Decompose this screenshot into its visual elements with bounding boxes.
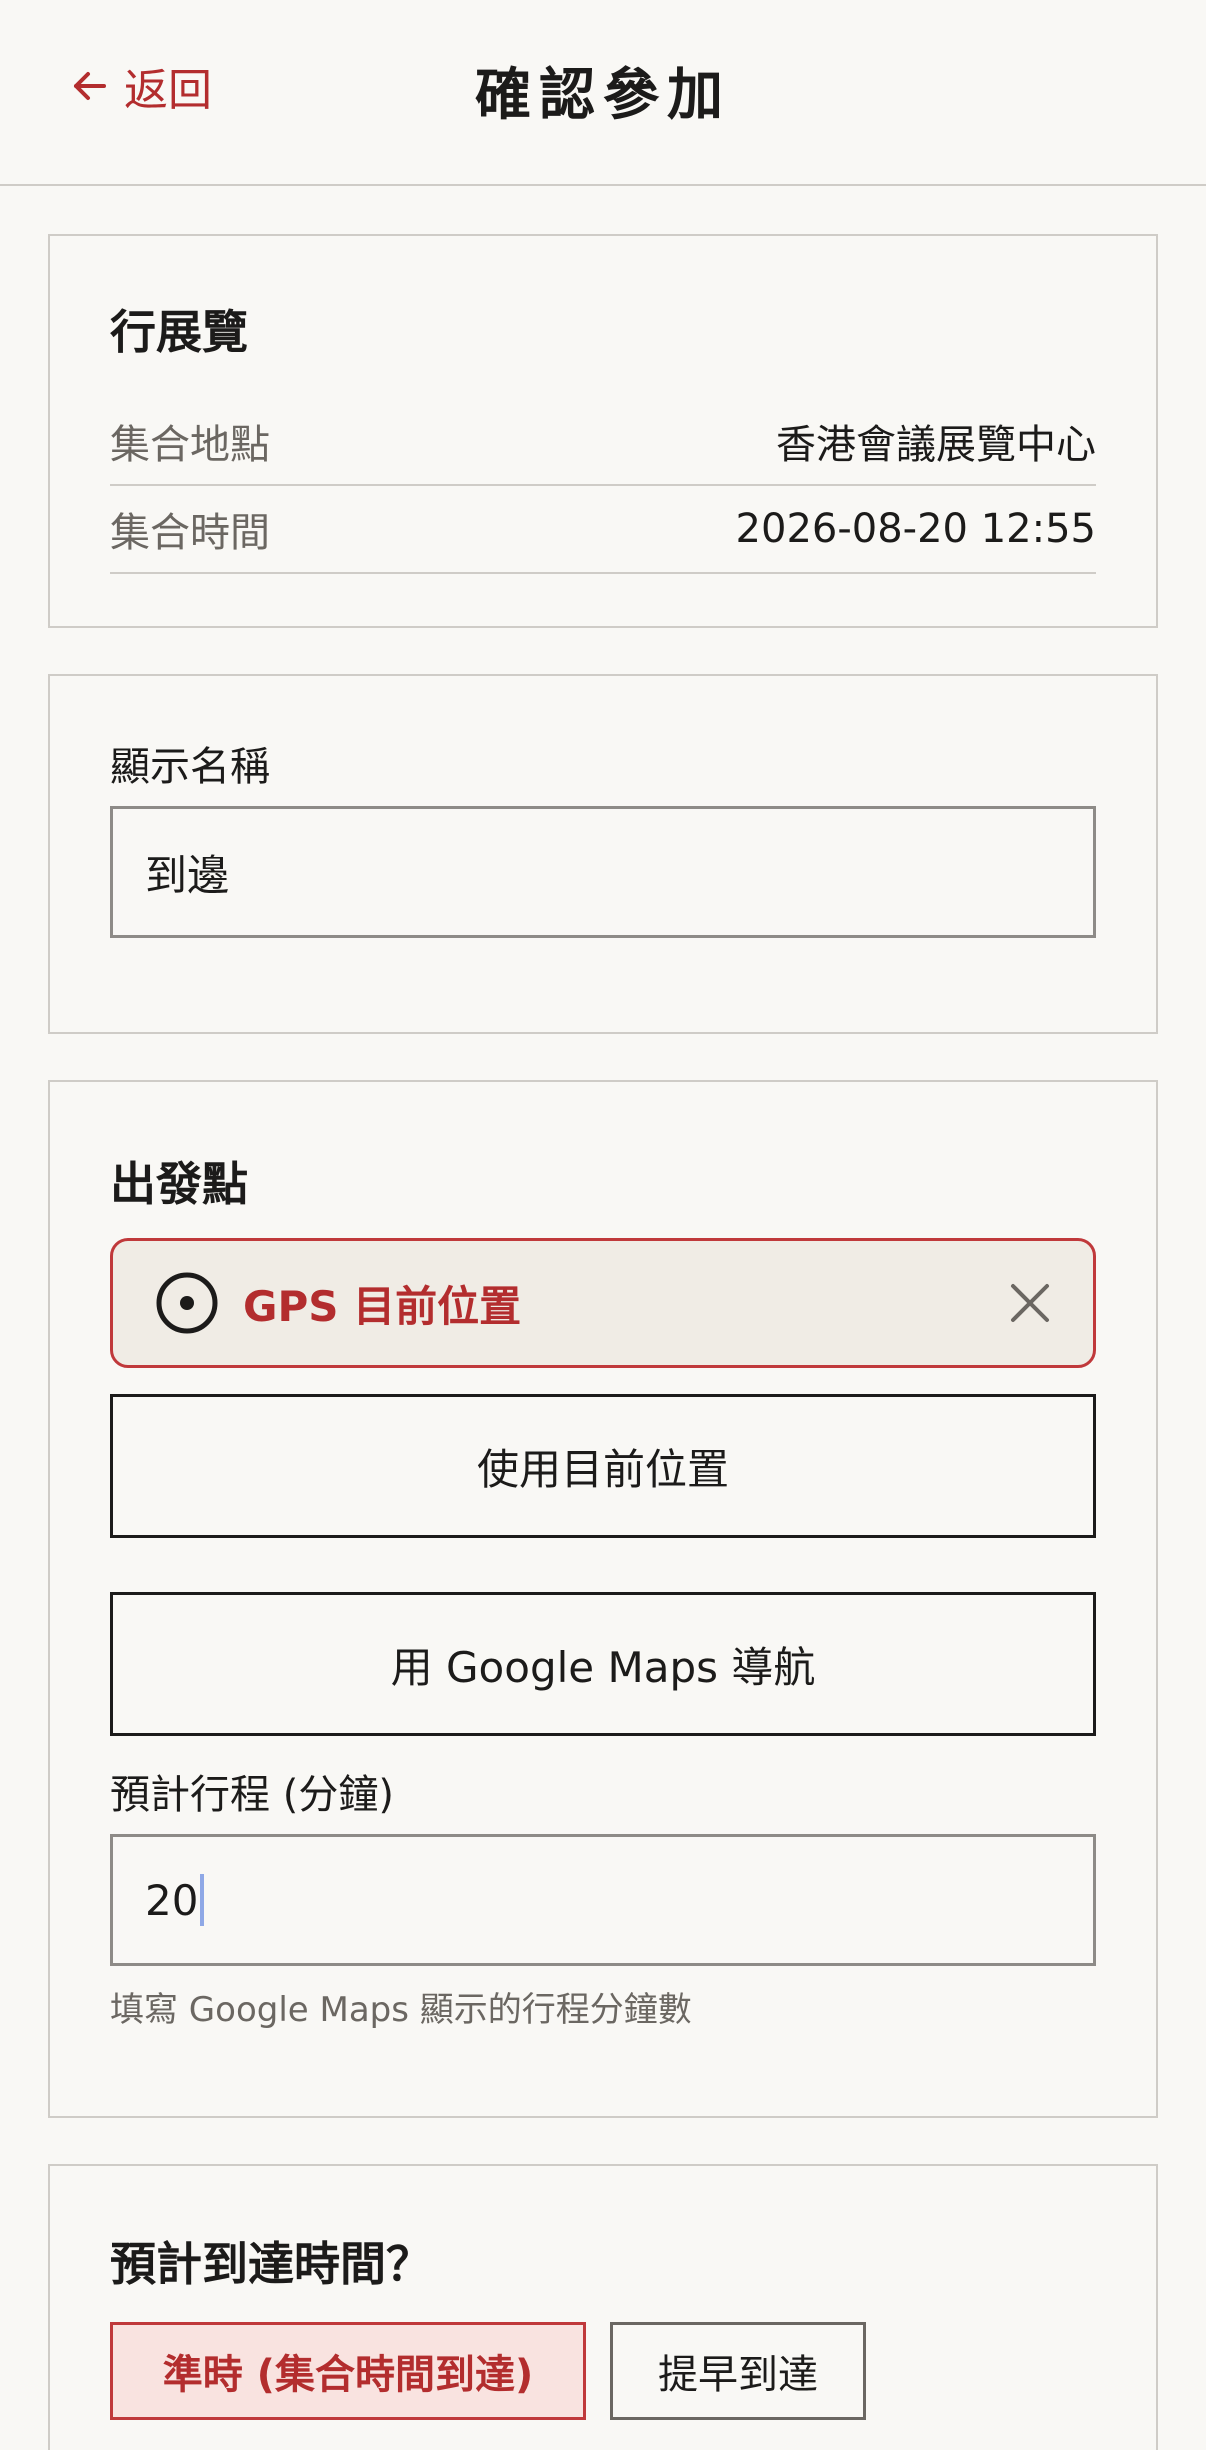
display-name-value: 到邊 [145,850,230,900]
gps-location-label: GPS 目前位置 [243,1281,522,1331]
display-name-input[interactable]: 到邊 [110,806,1096,938]
use-current-location-button[interactable]: 使用目前位置 [110,1394,1096,1538]
departure-card: 出發點 GPS 目前位置 使用目前位置 用 Google Maps 導航 預計行… [48,1080,1158,2118]
arrival-option-on-time[interactable]: 準時 (集合時間到達) [110,2322,586,2420]
meeting-place-value: 香港會議展覽中心 [776,422,1096,468]
arrival-card: 預計到達時間？ 準時 (集合時間到達) 提早到達 [48,2164,1158,2450]
event-title: 行展覽 [110,305,248,359]
meeting-time-row: 集合時間 2026-08-20 12:55 [110,486,1096,574]
display-name-label: 顯示名稱 [110,744,270,790]
top-bar: 返回 確認參加 [0,0,1206,186]
duration-label: 預計行程 (分鐘) [110,1772,394,1818]
meeting-place-row: 集合地點 香港會議展覽中心 [110,398,1096,486]
meeting-place-label: 集合地點 [110,422,270,468]
close-icon[interactable] [1007,1280,1053,1326]
arrival-option-early[interactable]: 提早到達 [610,2322,866,2420]
duration-input[interactable]: 20 [110,1834,1096,1966]
display-name-card: 顯示名稱 到邊 [48,674,1158,1034]
google-maps-navigate-button[interactable]: 用 Google Maps 導航 [110,1592,1096,1736]
text-cursor [200,1874,205,1926]
meeting-time-value: 2026-08-20 12:55 [735,506,1096,552]
meeting-time-label: 集合時間 [110,510,270,556]
page-title: 確認參加 [475,63,731,128]
arrival-title: 預計到達時間？ [110,2237,432,2291]
event-info-card: 行展覽 集合地點 香港會議展覽中心 集合時間 2026-08-20 12:55 [48,234,1158,628]
departure-title: 出發點 [110,1157,248,1211]
gps-location-chip[interactable]: GPS 目前位置 [110,1238,1096,1368]
duration-value: 20 [145,1875,199,1925]
duration-hint: 填寫 Google Maps 顯示的行程分鐘數 [110,1990,692,2030]
target-icon [156,1272,218,1334]
